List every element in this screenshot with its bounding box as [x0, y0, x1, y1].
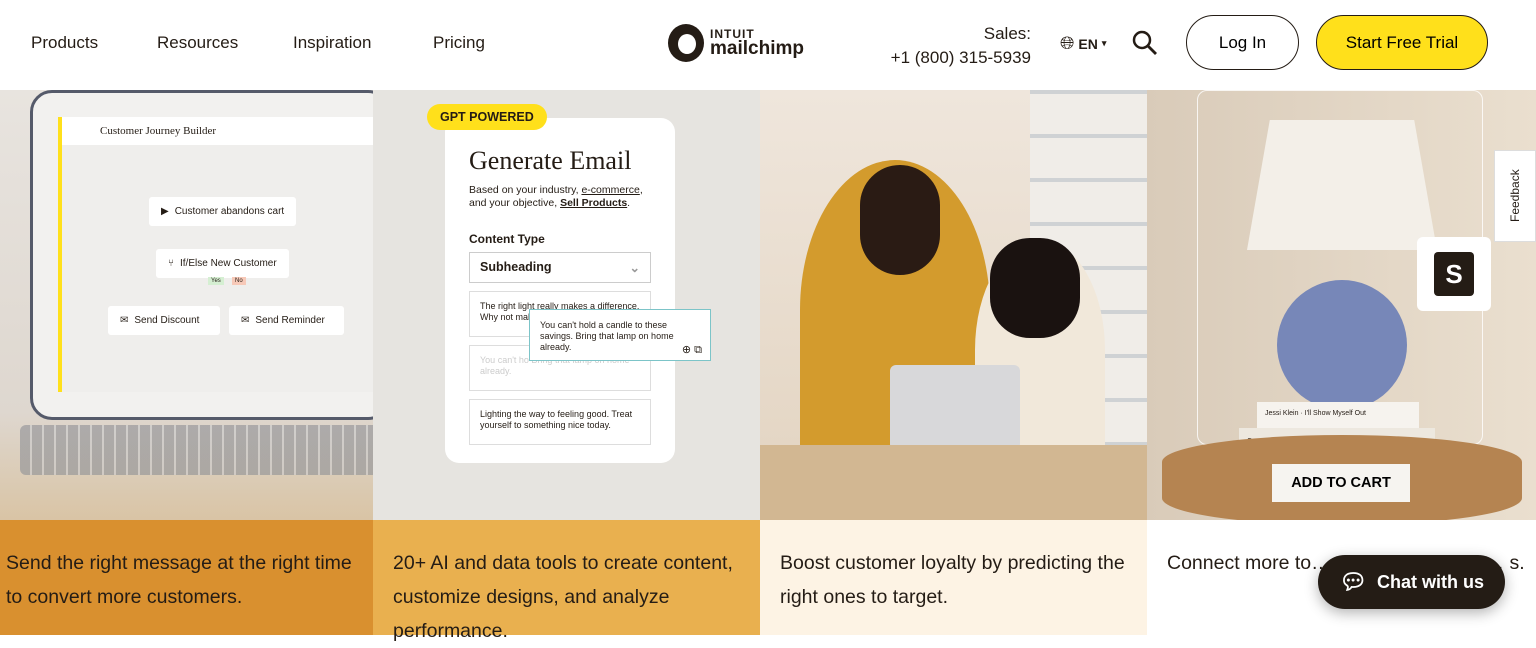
- login-button[interactable]: Log In: [1186, 15, 1299, 70]
- language-selector[interactable]: 🌐︎ EN ▾: [1060, 33, 1106, 54]
- screen-title: Customer Journey Builder: [62, 117, 373, 145]
- feature-text-2: 20+ AI and data tools to create content,…: [373, 520, 760, 642]
- chat-with-us-button[interactable]: 💬︎ Chat with us: [1318, 555, 1505, 609]
- split-icon: ⑂: [168, 258, 174, 269]
- book-1: Jessi Klein · I'll Show Myself Out: [1257, 402, 1419, 428]
- sales-label: Sales:: [983, 24, 1031, 43]
- nav-resources[interactable]: Resources: [157, 33, 238, 53]
- generate-email-panel: Generate Email Based on your industry, e…: [373, 90, 760, 520]
- node-trigger: ▶ Customer abandons cart: [149, 197, 297, 226]
- no-label: No: [232, 277, 246, 285]
- yes-label: Yes: [208, 277, 224, 285]
- keyboard: [20, 425, 373, 475]
- language-label: EN: [1078, 35, 1098, 52]
- node-send-discount: ✉ Send Discount: [108, 306, 220, 335]
- feature-text-1: Send the right message at the right time…: [0, 520, 373, 635]
- chat-bubble-icon: 💬︎: [1339, 569, 1367, 594]
- card-title: Generate Email: [469, 146, 632, 175]
- option-3[interactable]: Lighting the way to feeling good. Treat …: [469, 399, 651, 445]
- node-label: Customer abandons cart: [174, 206, 285, 217]
- dragged-option[interactable]: You can't hold a candle to these savings…: [529, 309, 711, 361]
- mail-icon: ✉: [120, 315, 129, 326]
- mail-icon: ✉: [241, 315, 250, 326]
- lamp-product-photo: Jessi Klein · I'll Show Myself Out Canne…: [1147, 90, 1536, 520]
- nav-inspiration[interactable]: Inspiration: [293, 33, 371, 53]
- logo-bottom: mailchimp: [710, 37, 804, 59]
- play-icon: ▶: [161, 206, 169, 217]
- generate-email-card: Generate Email Based on your industry, e…: [445, 118, 675, 463]
- content-type-select[interactable]: Subheading ⌄: [469, 252, 651, 283]
- shopify-icon: S: [1417, 237, 1491, 311]
- freddie-icon: [668, 24, 704, 62]
- feature-text-3: Boost customer loyalty by predicting the…: [760, 520, 1147, 635]
- sales-phone[interactable]: +1 (800) 315-5939: [891, 48, 1031, 67]
- node-label: Send Reminder: [255, 315, 325, 326]
- content-type-label: Content Type: [469, 232, 545, 246]
- header: Products Resources Inspiration Pricing I…: [0, 0, 1536, 90]
- card-subtitle: Based on your industry, e-commerce, and …: [469, 184, 643, 209]
- add-copy-icons: ⊕ ⧉: [681, 344, 702, 356]
- globe-icon: 🌐︎: [1060, 33, 1075, 53]
- start-free-trial-button[interactable]: Start Free Trial: [1316, 15, 1488, 70]
- add-to-cart-button[interactable]: ADD TO CART: [1272, 464, 1410, 502]
- gpt-badge: GPT POWERED: [427, 104, 547, 130]
- feedback-tab[interactable]: Feedback: [1494, 150, 1536, 242]
- node-label: If/Else New Customer: [180, 258, 277, 269]
- nav-pricing[interactable]: Pricing: [433, 33, 485, 53]
- journey-builder-panel: Customer Journey Builder ▶ Customer aband…: [0, 90, 373, 520]
- nav-products[interactable]: Products: [31, 33, 98, 53]
- women-laptop-photo: [760, 90, 1147, 520]
- node-label: Send Discount: [134, 315, 200, 326]
- chat-label: Chat with us: [1376, 571, 1484, 592]
- chevron-down-icon: ⌄: [629, 261, 640, 275]
- search-icon[interactable]: [1132, 30, 1158, 56]
- logo[interactable]: INTUIT mailchimp: [668, 24, 804, 62]
- node-ifelse: ⑂ If/Else New Customer: [156, 249, 289, 278]
- sales-info: Sales: +1 (800) 315-5939: [891, 22, 1031, 70]
- node-send-reminder: ✉ Send Reminder: [229, 306, 344, 335]
- laptop-screen: Customer Journey Builder ▶ Customer aband…: [58, 117, 373, 392]
